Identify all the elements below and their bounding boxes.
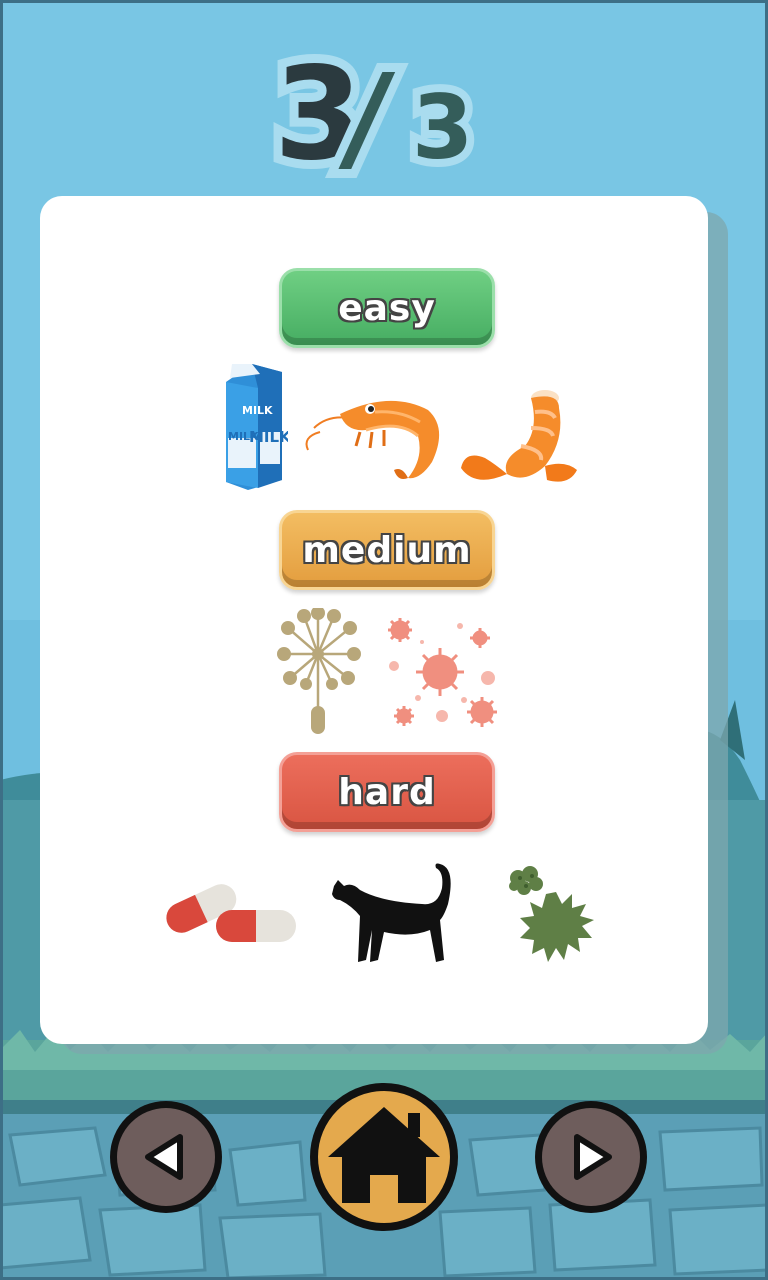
previous-arrow-icon xyxy=(145,1134,183,1180)
medium-label: medium xyxy=(302,529,472,571)
page-counter: 3 / 3 xyxy=(0,30,768,180)
shelled-shrimp-icon xyxy=(461,390,577,482)
shrimp-icon xyxy=(305,400,440,479)
easy-label: easy xyxy=(338,287,436,329)
cat-icon xyxy=(332,863,451,962)
next-button[interactable] xyxy=(535,1101,647,1213)
milk-carton-icon: MILK MILK MILK xyxy=(226,364,288,490)
dandelion-pollen-icon xyxy=(277,608,361,734)
mold-icon xyxy=(509,866,594,962)
easy-level-button[interactable]: easy xyxy=(279,268,495,348)
total-pages: 3 xyxy=(412,76,473,179)
home-button[interactable] xyxy=(310,1083,458,1231)
home-icon xyxy=(328,1107,440,1203)
milk-label-top: MILK xyxy=(242,404,273,417)
next-arrow-icon xyxy=(574,1134,612,1180)
pills-icon xyxy=(166,884,296,942)
previous-button[interactable] xyxy=(110,1101,222,1213)
hard-level-button[interactable]: hard xyxy=(279,752,495,832)
medium-level-button[interactable]: medium xyxy=(279,510,495,590)
hard-label: hard xyxy=(338,771,436,813)
germs-icon xyxy=(388,618,497,727)
milk-label-front: MILK xyxy=(249,428,288,446)
